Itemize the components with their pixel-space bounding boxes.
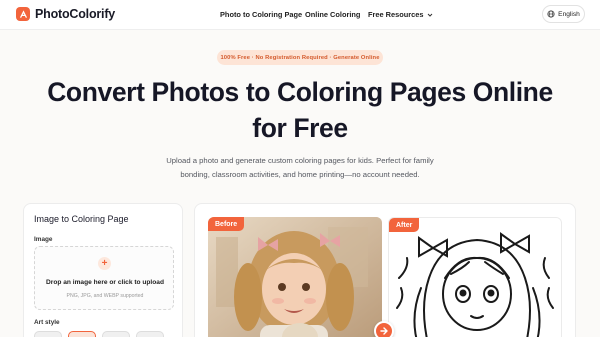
art-style-options	[34, 331, 164, 337]
top-navigation-bar: PhotoColorify Photo to Coloring Page Onl…	[0, 0, 600, 30]
nav-online-coloring[interactable]: Online Coloring	[305, 10, 360, 19]
girl-photo-illustration	[208, 217, 382, 337]
brand-name: PhotoColorify	[35, 7, 116, 21]
dropzone-text: Drop an image here or click to upload	[46, 279, 164, 286]
nav-free-resources-label: Free Resources	[368, 10, 424, 19]
arrow-right-icon	[380, 327, 388, 335]
language-selector[interactable]: English	[542, 5, 585, 23]
brand-logo-icon	[16, 7, 30, 21]
language-label: English	[558, 10, 580, 18]
image-upload-dropzone[interactable]: + Drop an image here or click to upload …	[34, 246, 174, 310]
globe-icon	[547, 10, 555, 18]
page-title-line-2: for Free	[252, 113, 348, 143]
brand-link[interactable]: PhotoColorify	[16, 7, 115, 21]
coloring-page-illustration	[389, 218, 561, 337]
free-badge: 100% Free · No Registration Required · G…	[217, 50, 383, 65]
converter-panel: Image to Coloring Page Image + Drop an i…	[23, 203, 183, 337]
nav-photo-to-coloring-page[interactable]: Photo to Coloring Page	[220, 10, 302, 19]
art-style-label: Art style	[34, 319, 60, 326]
convert-arrow-button[interactable]	[374, 321, 394, 337]
before-label: Before	[208, 217, 245, 231]
image-label: Image	[34, 236, 53, 243]
after-coloring-page: After	[388, 217, 562, 337]
dropzone-hint: PNG, JPG, and WEBP supported	[66, 293, 144, 299]
page-title-line-1: Convert Photos to Coloring Pages Online	[47, 77, 553, 107]
before-photo: Before	[208, 217, 382, 337]
plus-icon: +	[98, 257, 111, 270]
chevron-down-icon	[428, 13, 433, 17]
art-style-option[interactable]	[102, 331, 130, 337]
subtitle-line-1: Upload a photo and generate custom color…	[166, 156, 434, 165]
nav-free-resources[interactable]: Free Resources	[368, 10, 433, 19]
art-style-option-selected[interactable]	[68, 331, 96, 337]
art-style-option[interactable]	[136, 331, 164, 337]
subtitle-line-2: bonding, classroom activities, and home …	[180, 170, 420, 179]
after-label: After	[389, 218, 420, 232]
converter-title: Image to Coloring Page	[34, 214, 129, 224]
art-style-option[interactable]	[34, 331, 62, 337]
